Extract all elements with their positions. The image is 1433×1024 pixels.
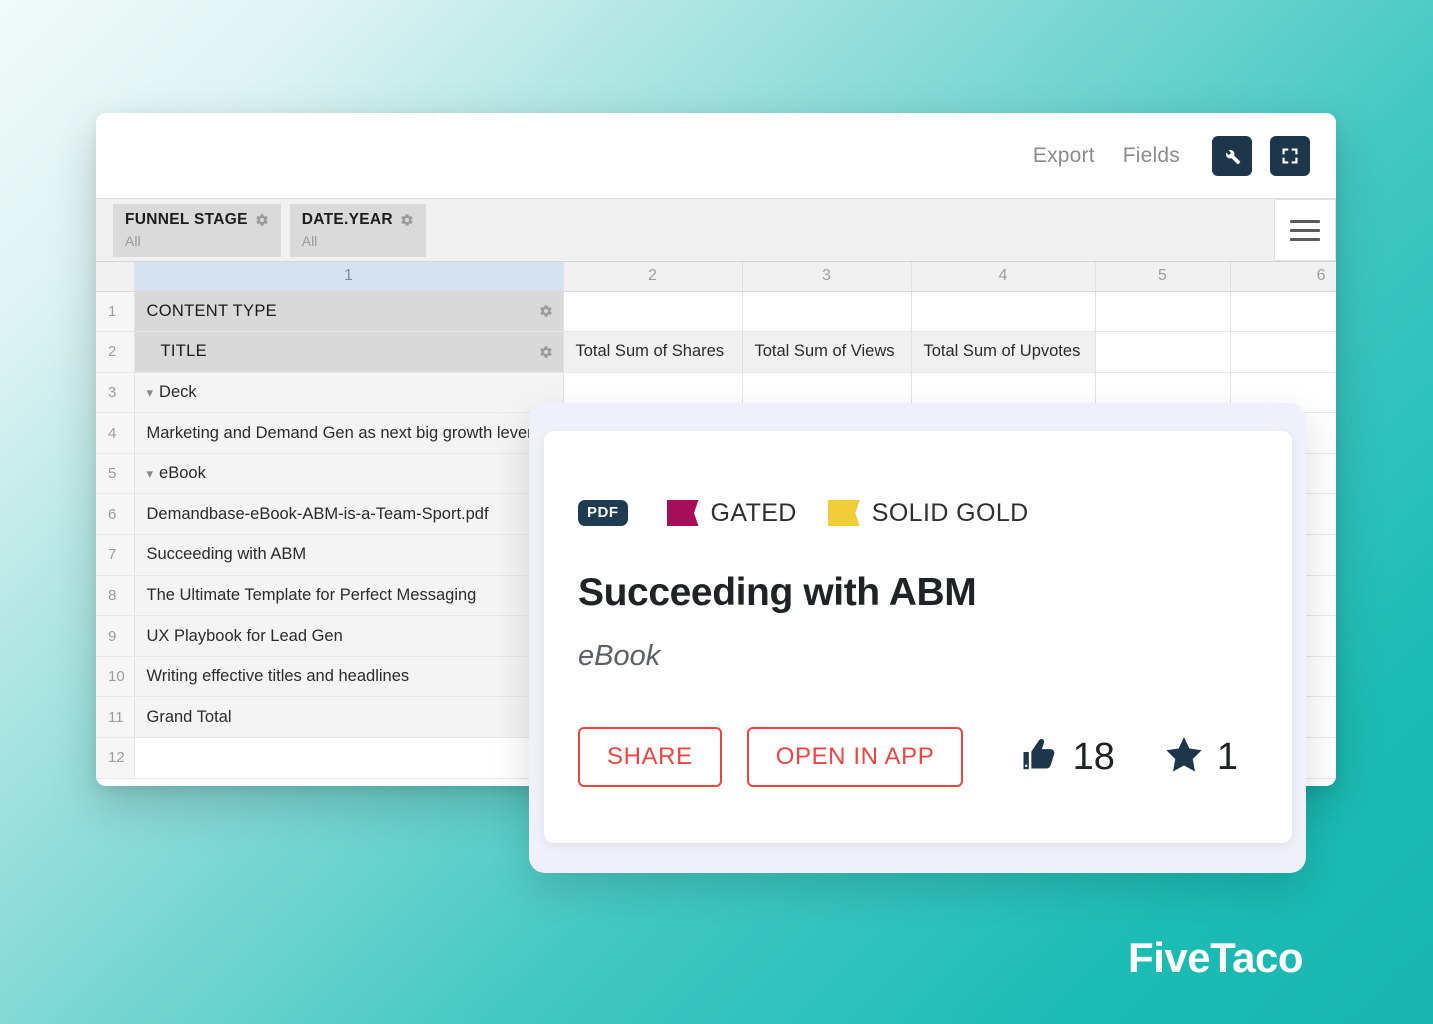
table-cell[interactable]	[134, 737, 564, 779]
metric-header-shares[interactable]: Total Sum of Shares	[563, 331, 743, 373]
table-row[interactable]: 1 CONTENT TYPE	[96, 291, 1336, 333]
group-label: eBook	[159, 464, 206, 483]
table-cell[interactable]	[1230, 331, 1336, 373]
hamburger-menu-icon	[1290, 237, 1320, 241]
settings-button[interactable]	[1212, 135, 1252, 176]
column-header-5[interactable]: 5	[1095, 262, 1231, 292]
card-content-type: eBook	[578, 640, 661, 672]
row-number[interactable]: 12	[96, 737, 135, 779]
row-number[interactable]: 11	[96, 696, 135, 739]
table-cell[interactable]	[1230, 291, 1336, 333]
fivetaco-logo: FiveTaco	[1128, 934, 1303, 981]
content-title-cell[interactable]: The Ultimate Template for Perfect Messag…	[134, 575, 564, 617]
fields-button[interactable]: Fields	[1109, 138, 1194, 174]
open-in-app-button[interactable]: OPEN IN APP	[746, 727, 964, 787]
row-number[interactable]: 2	[96, 331, 135, 373]
gear-icon[interactable]	[255, 213, 269, 227]
filter-chip-value: All	[301, 232, 318, 249]
share-button[interactable]: SHARE	[578, 727, 722, 787]
row-number[interactable]: 8	[96, 575, 135, 617]
filter-chip-date-year[interactable]: DATE.YEAR All	[289, 203, 426, 257]
table-cell[interactable]	[911, 291, 1096, 333]
table-row[interactable]: 2 TITLE Total Sum of Shares Total Sum of…	[96, 331, 1336, 373]
table-cell[interactable]	[563, 291, 743, 333]
content-title-cell[interactable]: Succeeding with ABM	[134, 534, 564, 576]
row-number[interactable]: 9	[96, 615, 135, 657]
field-label: CONTENT TYPE	[146, 301, 277, 320]
table-cell[interactable]	[742, 291, 912, 333]
tag-label: SOLID GOLD	[871, 498, 1029, 527]
thumbs-up-icon	[1019, 735, 1063, 780]
card-actions: SHARE OPEN IN APP 18 1	[578, 727, 1252, 787]
filter-chip-title: DATE.YEAR	[301, 210, 393, 228]
group-label: Deck	[159, 382, 197, 401]
tag-label: GATED	[710, 498, 797, 527]
row-number[interactable]: 5	[96, 453, 135, 495]
filter-chip-title: FUNNEL STAGE	[125, 210, 248, 228]
chevron-down-icon[interactable]: ▾	[147, 466, 154, 482]
content-title-cell[interactable]: Writing effective titles and headlines	[134, 656, 564, 698]
group-row-deck[interactable]: ▾ Deck	[134, 372, 564, 414]
metric-header-views[interactable]: Total Sum of Views	[742, 331, 912, 373]
content-title-cell[interactable]: Demandbase-eBook-ABM-is-a-Team-Sport.pdf	[134, 493, 564, 536]
content-title-cell[interactable]: Marketing and Demand Gen as next big gro…	[134, 412, 564, 454]
upvote-stat[interactable]: 18	[1019, 735, 1115, 780]
row-number[interactable]: 7	[96, 534, 135, 576]
tag-gated[interactable]: GATED	[666, 498, 797, 528]
column-header-4[interactable]: 4	[911, 262, 1096, 292]
field-header-content-type[interactable]: CONTENT TYPE	[134, 291, 564, 333]
group-row-ebook[interactable]: ▾ eBook	[134, 453, 564, 495]
menu-button[interactable]	[1274, 199, 1336, 261]
table-cell[interactable]	[1095, 331, 1231, 373]
field-header-title[interactable]: TITLE	[134, 331, 564, 373]
content-title-cell[interactable]: UX Playbook for Lead Gen	[134, 615, 564, 657]
star-icon	[1161, 734, 1207, 781]
corner-cell	[96, 262, 135, 292]
row-number[interactable]: 4	[96, 412, 135, 454]
filter-chip-header: DATE.YEAR	[302, 211, 414, 229]
filter-bar: FUNNEL STAGE All DATE.YEAR All	[96, 198, 1336, 262]
table-cell[interactable]	[1095, 291, 1231, 333]
flag-icon	[666, 500, 699, 526]
expand-icon	[1280, 146, 1300, 166]
column-header-6[interactable]: 6	[1230, 262, 1336, 292]
row-number[interactable]: 3	[96, 372, 135, 414]
column-header-row: 1 2 3 4 5 6	[96, 262, 1336, 292]
fullscreen-button[interactable]	[1270, 135, 1310, 176]
filter-chip-value: All	[125, 232, 141, 249]
filter-chip-funnel-stage[interactable]: FUNNEL STAGE All	[113, 203, 281, 257]
hamburger-menu-icon	[1290, 219, 1320, 223]
grand-total-cell[interactable]: Grand Total	[134, 696, 564, 739]
flag-icon	[827, 500, 860, 526]
column-header-3[interactable]: 3	[742, 262, 912, 292]
gear-icon[interactable]	[400, 213, 414, 227]
gear-icon[interactable]	[539, 345, 553, 359]
gear-icon[interactable]	[539, 304, 553, 318]
pdf-file-type-icon: PDF	[578, 500, 628, 526]
column-header-1[interactable]: 1	[134, 262, 564, 292]
card-body: PDF GATED SOLID GOLD Succeeding with ABM…	[544, 431, 1292, 843]
tag-solid-gold[interactable]: SOLID GOLD	[827, 498, 1029, 528]
wrench-icon	[1222, 146, 1242, 166]
star-stat[interactable]: 1	[1161, 734, 1238, 781]
metric-header-upvotes[interactable]: Total Sum of Upvotes	[911, 331, 1096, 373]
row-number[interactable]: 10	[96, 656, 135, 698]
field-label: TITLE	[160, 342, 207, 361]
column-header-2[interactable]: 2	[563, 262, 743, 292]
card-stats: 18 1	[1019, 734, 1252, 781]
row-number[interactable]: 1	[96, 291, 135, 333]
toolbar: Export Fields	[96, 113, 1336, 198]
row-number[interactable]: 6	[96, 493, 135, 536]
chevron-down-icon[interactable]: ▾	[147, 385, 154, 401]
hamburger-menu-icon	[1290, 228, 1320, 232]
card-badge-row: PDF GATED SOLID GOLD	[578, 493, 1252, 533]
upvote-count: 18	[1072, 736, 1115, 778]
star-count: 1	[1216, 736, 1238, 778]
export-button[interactable]: Export	[1019, 138, 1109, 174]
card-title: Succeeding with ABM	[578, 571, 977, 614]
filter-chip-header: FUNNEL STAGE	[125, 211, 269, 229]
content-detail-card: PDF GATED SOLID GOLD Succeeding with ABM…	[529, 403, 1306, 873]
